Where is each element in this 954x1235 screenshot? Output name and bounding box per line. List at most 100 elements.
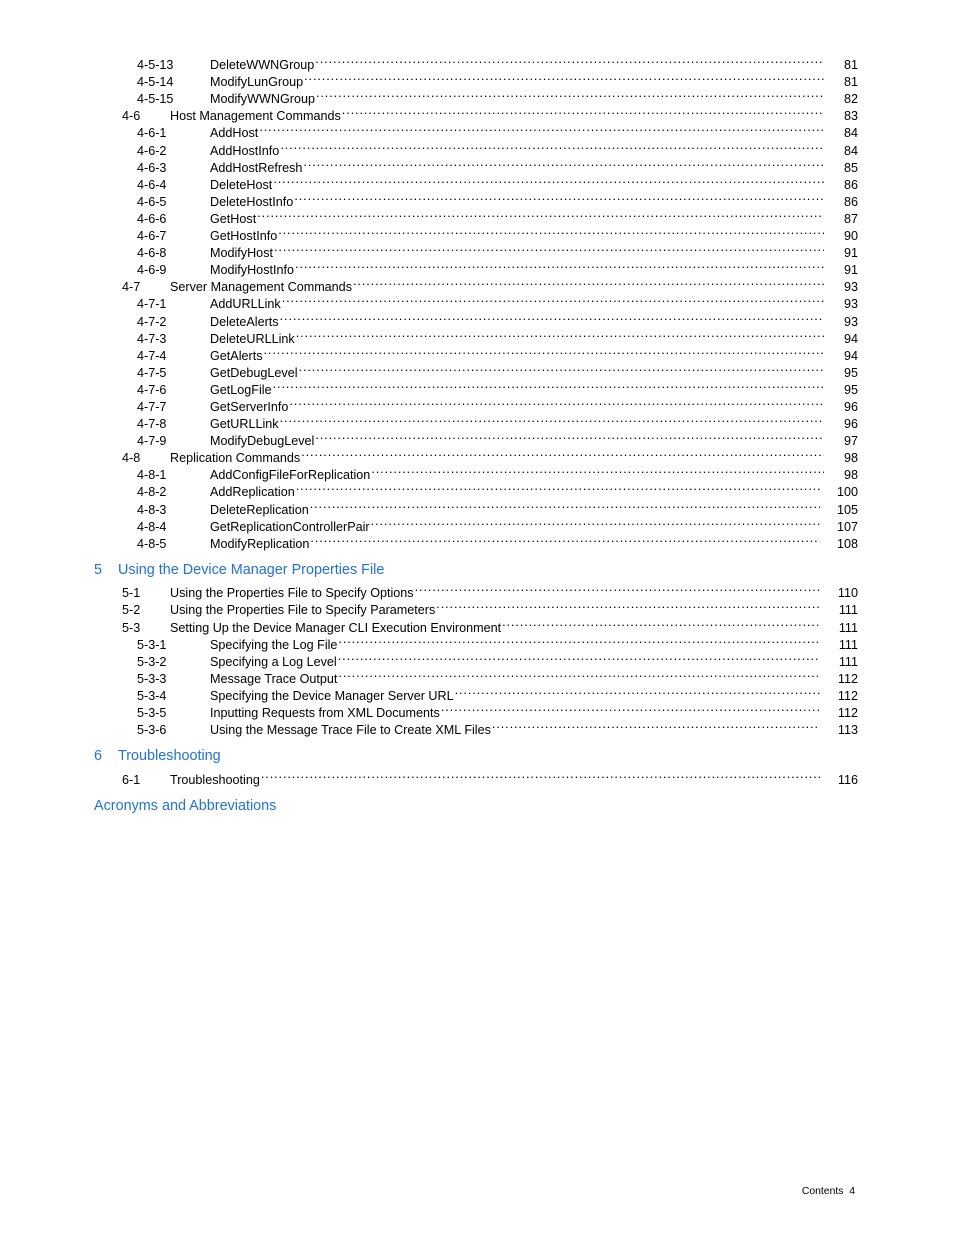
toc-page-number: 111	[838, 620, 858, 635]
toc-entry-title: GetLogFile	[210, 382, 272, 397]
toc-entry-number: 4-6-6	[137, 211, 167, 226]
toc-page-number: 81	[843, 58, 858, 73]
toc-page-number: 91	[843, 246, 858, 261]
toc-dot-leader	[492, 717, 820, 734]
toc-entry-number: 4-8-3	[137, 502, 167, 517]
toc-entry[interactable]: 4-5-13 DeleteWWNGroup 81	[94, 52, 858, 72]
toc-page-number: 85	[843, 160, 858, 175]
toc-page-number: 105	[836, 502, 858, 517]
toc-entry-number: 4-6-2	[137, 143, 167, 158]
toc-page-number: 112	[837, 688, 858, 703]
toc-entry-title: ModifyReplication	[210, 536, 310, 551]
toc-page-number: 95	[843, 382, 858, 397]
toc-chapter-number: 5	[94, 561, 103, 578]
toc-chapter-title: Troubleshooting	[118, 748, 221, 765]
toc-dot-leader	[296, 479, 820, 496]
toc-page-number: 100	[836, 485, 858, 500]
toc-entry-title: DeleteAlerts	[210, 314, 279, 329]
toc-entry-number: 4-6-1	[137, 126, 167, 141]
toc-entry-number: 4-8-5	[137, 536, 167, 551]
toc-entry-number: 4-8-2	[137, 485, 167, 500]
toc-entry-title: ModifyDebugLevel	[210, 434, 315, 449]
toc-dot-leader	[338, 649, 820, 666]
toc-page-number: 108	[836, 536, 858, 551]
toc-page-number: 111	[838, 637, 858, 652]
toc-dot-leader	[280, 411, 824, 428]
toc-entry-number: 4-6-4	[137, 177, 167, 192]
toc-entry-number: 4-6-5	[137, 194, 167, 209]
toc-entry-number: 5-2	[122, 603, 141, 618]
toc-page-number: 84	[843, 126, 858, 141]
toc-page-number: 86	[843, 177, 858, 192]
toc-page-number: 116	[837, 772, 858, 787]
toc-dot-leader	[502, 614, 820, 631]
toc-entry-title: DeleteWWNGroup	[210, 58, 315, 73]
toc-entry-number: 4-7	[122, 280, 141, 295]
toc-entry-number: 5-3	[122, 620, 141, 635]
toc-entry-title: Message Trace Output	[210, 671, 338, 686]
toc-dot-leader	[261, 767, 820, 784]
toc-entry-number: 5-3-1	[137, 637, 167, 652]
toc-page-number: 93	[843, 297, 858, 312]
toc-dot-leader	[342, 103, 824, 120]
toc-page-number: 111	[838, 654, 858, 669]
toc-entry-number: 4-8	[122, 451, 141, 466]
toc-page-number: 94	[843, 348, 858, 363]
toc-dot-leader	[264, 343, 825, 360]
toc-page-number: 87	[843, 211, 858, 226]
toc-entry-number: 4-7-8	[137, 417, 167, 432]
toc-dot-leader	[301, 445, 824, 462]
toc-chapter-heading[interactable]: 5 Using the Device Manager Properties Fil…	[94, 561, 858, 581]
toc-entry-title: Specifying the Device Manager Server URL	[210, 688, 454, 703]
toc-dot-leader	[371, 514, 820, 531]
toc-dot-leader	[280, 308, 824, 325]
toc-dot-leader	[315, 52, 824, 69]
toc-entry-title: ModifyHost	[210, 246, 273, 261]
toc-page-number: 111	[838, 603, 858, 618]
toc-dot-leader	[441, 700, 820, 717]
document-page: 4-5-13 DeleteWWNGroup 81 4-5-14 ModifyLunGro…	[0, 0, 954, 1235]
toc-entry[interactable]: 6-1 Troubleshooting 116	[94, 767, 858, 787]
toc-entry-title: ModifyLunGroup	[210, 75, 304, 90]
toc-page-number: 94	[843, 331, 858, 346]
toc-dot-leader	[278, 223, 824, 240]
toc-dot-leader	[304, 69, 824, 86]
toc-entry-title: AddHost	[210, 126, 259, 141]
toc-entry-title: Specifying the Log File	[210, 637, 338, 652]
toc-entry-title: AddReplication	[210, 485, 295, 500]
toc-entry-number: 5-3-6	[137, 723, 167, 738]
toc-page-number: 107	[836, 519, 858, 534]
toc-entry-number: 4-8-1	[137, 468, 167, 483]
toc-dot-leader	[296, 326, 824, 343]
toc-entry-title: Inputting Requests from XML Documents	[210, 705, 440, 720]
toc-entry-title: AddHostInfo	[210, 143, 280, 158]
toc-entry-title: GetHostInfo	[210, 229, 278, 244]
toc-dot-leader	[273, 172, 824, 189]
toc-dot-leader	[338, 632, 820, 649]
toc-entry-number: 4-6	[122, 109, 141, 124]
toc-appendix-heading[interactable]: Acronyms and Abbreviations	[94, 797, 858, 817]
toc-dot-leader	[259, 120, 824, 137]
toc-dot-leader	[310, 531, 820, 548]
toc-entry-title: AddURLLink	[210, 297, 281, 312]
toc-dot-leader	[315, 428, 824, 445]
toc-entry-title: GetAlerts	[210, 348, 263, 363]
toc-entry-title: ModifyHostInfo	[210, 263, 294, 278]
toc-entry-number: 6-1	[122, 772, 141, 787]
toc-entry-title: DeleteHost	[210, 177, 273, 192]
toc-chapter-heading[interactable]: 6 Troubleshooting	[94, 747, 858, 767]
toc-page-number: 86	[843, 194, 858, 209]
toc-page-number: 112	[837, 705, 858, 720]
toc-dot-leader	[280, 137, 824, 154]
toc-entry[interactable]: 5-1 Using the Properties File to Specify …	[94, 580, 858, 600]
table-of-contents: 4-5-13 DeleteWWNGroup 81 4-5-14 ModifyLunGro…	[94, 52, 858, 816]
toc-entry-number: 4-7-3	[137, 331, 167, 346]
toc-entry-number: 4-6-8	[137, 246, 167, 261]
toc-page-number: 84	[843, 143, 858, 158]
toc-page-number: 98	[843, 468, 858, 483]
toc-entry-title: GetURLLink	[210, 417, 279, 432]
toc-entry-title: Specifying a Log Level	[210, 654, 337, 669]
toc-page-number: 93	[843, 314, 858, 329]
toc-dot-leader	[455, 683, 820, 700]
toc-page-number: 82	[843, 92, 858, 107]
